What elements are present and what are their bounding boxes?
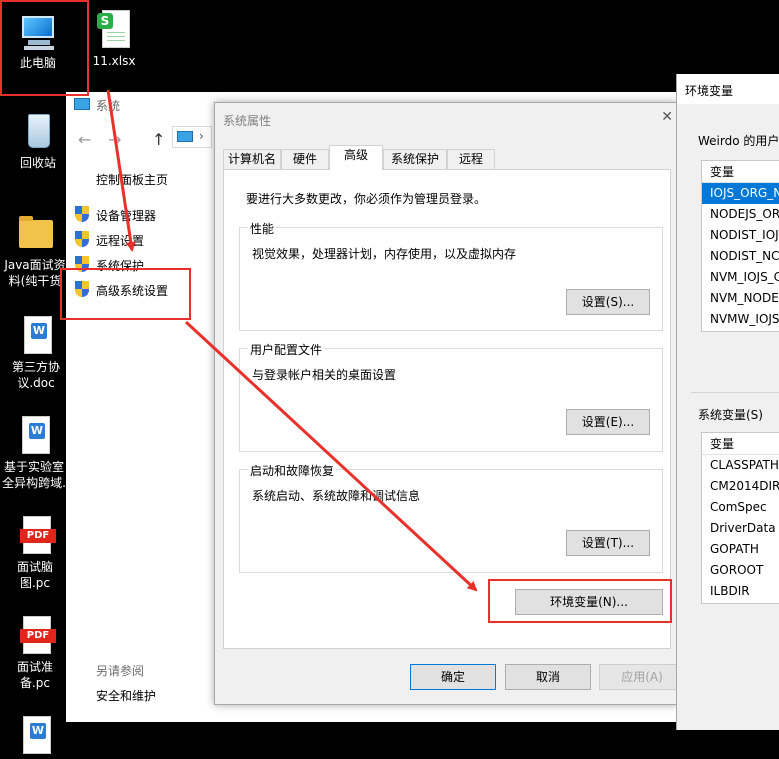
annotation-arrows xyxy=(106,89,478,592)
arrow-to-env-button xyxy=(184,320,478,592)
arrow-to-advanced-settings xyxy=(106,89,136,252)
tab-advanced[interactable]: 高级 xyxy=(329,145,383,170)
